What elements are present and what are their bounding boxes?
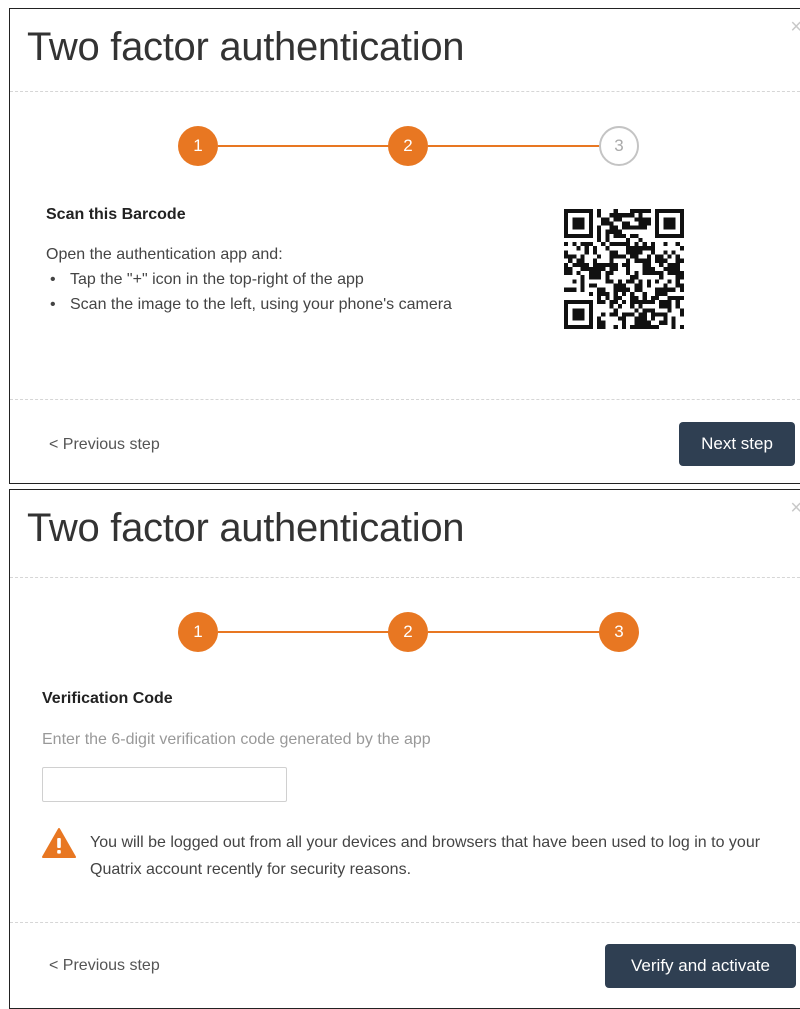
step-indicator-3: 3: [599, 612, 639, 652]
two-factor-dialog-step-2: Two factor authentication × 1 2 3 Scan t…: [9, 8, 800, 484]
scan-intro: Open the authentication app and:: [46, 246, 283, 263]
stepper-connector: [428, 145, 600, 147]
step-indicator-1: 1: [178, 126, 218, 166]
two-factor-dialog-step-3: Two factor authentication × 1 2 3 Verifi…: [9, 489, 800, 1009]
step-indicator-1: 1: [178, 612, 218, 652]
verify-and-activate-button[interactable]: Verify and activate: [605, 944, 796, 988]
list-item: Tap the "+" icon in the top-right of the…: [46, 270, 452, 295]
step-indicator-2: 2: [388, 612, 428, 652]
previous-step-link[interactable]: < Previous step: [49, 436, 160, 454]
previous-step-link[interactable]: < Previous step: [49, 957, 160, 975]
close-icon[interactable]: ×: [790, 17, 800, 37]
scan-heading: Scan this Barcode: [46, 206, 186, 223]
verification-code-input[interactable]: [42, 767, 287, 802]
progress-stepper: 1 2 3: [178, 126, 640, 166]
verification-code-heading: Verification Code: [42, 690, 173, 707]
progress-stepper: 1 2 3: [178, 612, 640, 652]
header-divider: [10, 577, 800, 578]
dialog-title: Two factor authentication: [27, 25, 465, 69]
step-indicator-3: 3: [599, 126, 639, 166]
warning-icon: [42, 828, 76, 858]
stepper-connector: [218, 145, 389, 147]
next-step-button[interactable]: Next step: [679, 422, 795, 466]
footer-divider: [10, 399, 800, 400]
logout-warning-text: You will be logged out from all your dev…: [90, 834, 761, 878]
step-indicator-2: 2: [388, 126, 428, 166]
dialog-title: Two factor authentication: [27, 506, 465, 550]
verification-code-description: Enter the 6-digit verification code gene…: [42, 731, 431, 748]
instruction-list: Tap the "+" icon in the top-right of the…: [46, 270, 452, 320]
stepper-connector: [428, 631, 600, 633]
stepper-connector: [218, 631, 389, 633]
header-divider: [10, 91, 800, 92]
close-icon[interactable]: ×: [790, 498, 800, 518]
qr-code-icon: [564, 209, 684, 329]
list-item: Scan the image to the left, using your p…: [46, 295, 452, 320]
qr-modules: [564, 209, 684, 329]
footer-divider: [10, 922, 800, 923]
